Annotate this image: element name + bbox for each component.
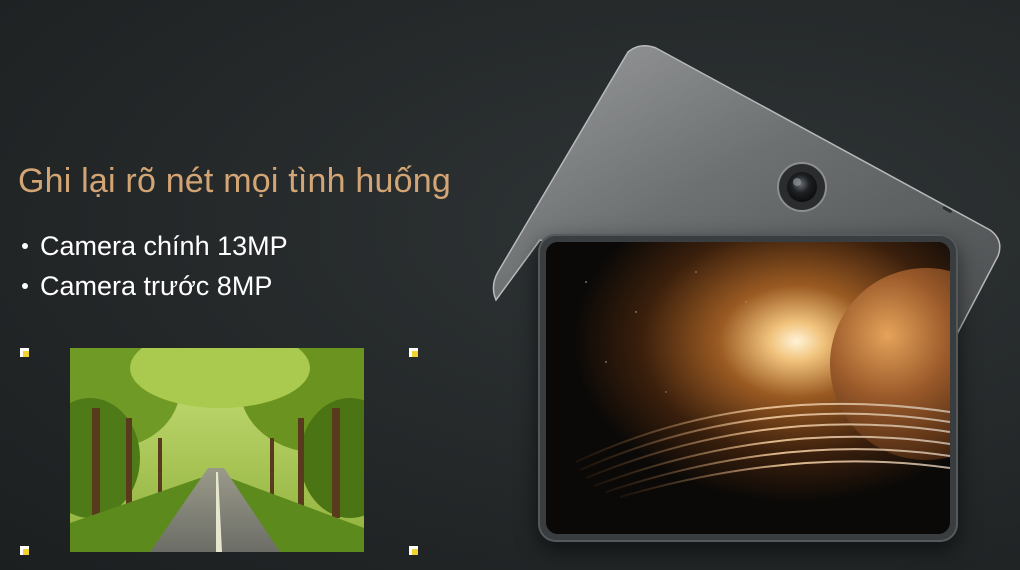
feature-item: Camera trước 8MP <box>18 266 288 306</box>
headline: Ghi lại rõ nét mọi tình huống <box>18 162 451 200</box>
bullet-icon <box>22 243 28 249</box>
crop-handle-bottom-left-icon[interactable] <box>20 546 29 555</box>
feature-item: Camera chính 13MP <box>18 226 288 266</box>
tablet-front <box>538 234 958 542</box>
sample-photo <box>70 348 364 552</box>
rear-camera-icon <box>777 162 827 212</box>
tablet-screen <box>546 242 950 534</box>
crop-handle-top-right-icon[interactable] <box>409 348 418 357</box>
feature-list: Camera chính 13MP Camera trước 8MP <box>18 226 288 306</box>
crop-handle-bottom-right-icon[interactable] <box>409 546 418 555</box>
bullet-icon <box>22 283 28 289</box>
crop-handle-top-left-icon[interactable] <box>20 348 29 357</box>
